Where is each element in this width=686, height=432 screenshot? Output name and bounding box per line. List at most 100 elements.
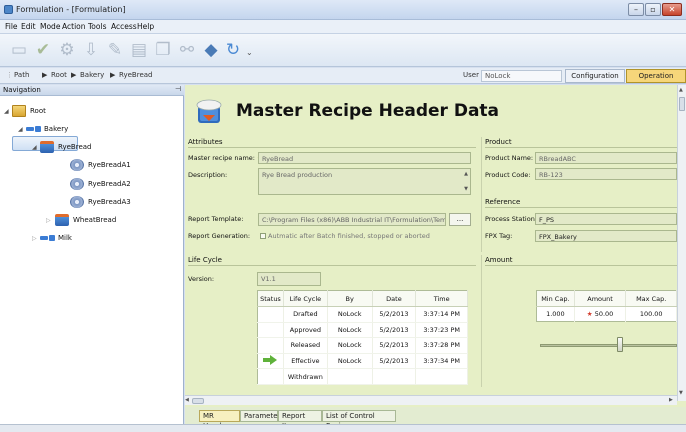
tab-parameter[interactable]: Parameter <box>240 410 280 422</box>
date-cell <box>372 368 417 385</box>
app-icon <box>4 5 13 14</box>
status-cell <box>257 322 284 339</box>
scrollbar-thumb[interactable] <box>679 97 685 111</box>
column-header-date[interactable]: Date <box>372 290 417 307</box>
description-field[interactable]: Rye Bread production ▲ ▼ <box>258 168 471 195</box>
scroll-down-icon[interactable]: ▼ <box>464 186 468 192</box>
recipe-name-field[interactable]: RyeBread <box>258 152 471 164</box>
recipe-book-icon[interactable]: ◆ <box>200 39 222 61</box>
process-station-label: Process Station: <box>485 215 538 223</box>
table-row[interactable]: Withdrawn <box>257 368 468 385</box>
table-row[interactable]: Released NoLock 5/2/2013 3:37:28 PM <box>257 337 468 354</box>
user-field[interactable]: NoLock <box>481 70 562 82</box>
vertical-scrollbar[interactable]: ▲ ▼ <box>677 85 686 401</box>
browse-button[interactable]: ... <box>449 213 471 226</box>
horizontal-scrollbar[interactable]: ◀ ▶ <box>185 395 677 405</box>
control-recipe-gear-icon <box>70 159 84 171</box>
report-generation-checkbox[interactable]: Autmatic after Batch finished, stopped o… <box>260 232 430 240</box>
document-copy-icon[interactable]: ❐ <box>152 39 174 61</box>
refresh-icon[interactable]: ↻ <box>222 39 244 61</box>
scroll-right-icon[interactable]: ▶ <box>669 397 673 403</box>
scroll-down-icon[interactable]: ▼ <box>679 390 683 396</box>
table-row[interactable]: Approved NoLock 5/2/2013 3:37:23 PM <box>257 322 468 339</box>
new-icon[interactable]: ▭ <box>8 39 30 61</box>
amount-cell[interactable]: ★ 50.00 <box>574 306 627 322</box>
breadcrumb-ryebread[interactable]: RyeBread <box>119 71 153 79</box>
menu-mode[interactable]: Mode <box>38 21 62 32</box>
control-recipe-gear-icon <box>70 178 84 190</box>
scroll-up-icon[interactable]: ▲ <box>464 171 468 177</box>
scroll-up-icon[interactable]: ▲ <box>679 87 683 93</box>
column-header-time[interactable]: Time <box>415 290 468 307</box>
version-field[interactable]: V1.1 <box>257 272 321 286</box>
collapsed-triangle-icon[interactable]: ▷ <box>46 217 51 224</box>
tab-mr-header[interactable]: MR Header <box>199 410 240 430</box>
collapsed-triangle-icon[interactable]: ▷ <box>32 235 37 242</box>
menu-action[interactable]: Action <box>60 21 88 32</box>
operation-button[interactable]: Operation <box>626 69 686 83</box>
table-row[interactable]: 1.000 ★ 50.00 100.00 <box>536 306 677 322</box>
scrollbar-thumb[interactable] <box>192 398 204 404</box>
pin-icon[interactable]: ⊣ <box>175 85 181 93</box>
report-template-field[interactable]: C:\Program Files (x86)\ABB Industrial IT… <box>258 213 446 226</box>
scroll-left-icon[interactable]: ◀ <box>185 397 189 403</box>
user-label: User <box>463 71 479 79</box>
by-cell: NoLock <box>327 353 373 370</box>
page-title: Master Recipe Header Data <box>236 101 500 121</box>
production-line-icon <box>40 232 55 244</box>
amount-slider-track[interactable] <box>540 344 677 347</box>
date-cell: 5/2/2013 <box>372 337 417 354</box>
section-divider <box>485 147 677 148</box>
life-cycle-table: Status Life Cycle By Date Time Drafted N… <box>257 290 468 385</box>
report-generation-label: Report Generation: <box>188 232 251 240</box>
reference-section-title: Reference <box>485 198 521 206</box>
configuration-button[interactable]: Configuration <box>565 69 625 83</box>
menu-help[interactable]: Help <box>135 21 156 32</box>
window-title: Formulation - [Formulation] <box>16 5 126 14</box>
life-cycle-cell: Approved <box>283 322 328 339</box>
column-header-status[interactable]: Status <box>257 290 284 307</box>
breadcrumb-root[interactable]: Root <box>51 71 67 79</box>
breadcrumb-bakery[interactable]: Bakery <box>80 71 104 79</box>
product-code-field[interactable]: RB-123 <box>535 168 677 180</box>
tab-report-items[interactable]: Report Items <box>278 410 322 430</box>
binoculars-icon[interactable]: ⚯ <box>176 39 198 61</box>
table-row[interactable]: Effective NoLock 5/2/2013 3:37:34 PM <box>257 353 468 370</box>
expand-triangle-icon[interactable]: ◢ <box>4 108 9 115</box>
document-icon[interactable]: ▤ <box>128 39 150 61</box>
fpx-tag-field[interactable]: FPX_Bakery <box>535 230 677 242</box>
expand-triangle-icon[interactable]: ◢ <box>32 144 37 151</box>
menu-file[interactable]: File <box>3 21 20 32</box>
attributes-section-title: Attributes <box>188 138 223 146</box>
close-button[interactable]: ✕ <box>662 3 682 16</box>
section-divider <box>188 265 476 266</box>
tab-list-of-control-recipes[interactable]: List of Control Recipes <box>322 410 396 430</box>
master-recipe-header-icon <box>196 99 222 123</box>
column-divider <box>481 255 482 387</box>
master-recipe-icon <box>40 141 54 153</box>
tools-icon[interactable]: ✎ <box>104 39 126 61</box>
expand-triangle-icon[interactable]: ◢ <box>18 126 23 133</box>
amount-slider-thumb[interactable] <box>617 337 623 352</box>
download-arrow-icon[interactable]: ⇩ <box>80 39 102 61</box>
menu-edit[interactable]: Edit <box>19 21 38 32</box>
minimize-button[interactable]: – <box>628 3 644 16</box>
toolbar-overflow-icon[interactable]: ⌄ <box>246 48 253 57</box>
column-header-max-cap: Max Cap. <box>625 290 677 307</box>
process-station-field[interactable]: F_PS <box>535 213 677 225</box>
menu-tools[interactable]: Tools <box>86 21 108 32</box>
checkbox[interactable] <box>260 233 266 239</box>
by-cell: NoLock <box>327 306 373 323</box>
column-header-life-cycle[interactable]: Life Cycle <box>283 290 328 307</box>
life-cycle-cell: Withdrawn <box>283 368 328 385</box>
product-name-field[interactable]: RBreadABC <box>535 152 677 164</box>
breadcrumb-arrow-icon: ▶ <box>110 71 116 79</box>
section-divider <box>485 265 677 266</box>
column-header-min-cap: Min Cap. <box>536 290 575 307</box>
table-row[interactable]: Drafted NoLock 5/2/2013 3:37:14 PM <box>257 306 468 323</box>
product-name-label: Product Name: <box>485 154 534 162</box>
maximize-button[interactable]: ▫ <box>645 3 661 16</box>
settings-gear-icon[interactable]: ⚙ <box>56 39 78 61</box>
column-header-by[interactable]: By <box>327 290 373 307</box>
checkmark-icon[interactable]: ✔ <box>32 39 54 61</box>
